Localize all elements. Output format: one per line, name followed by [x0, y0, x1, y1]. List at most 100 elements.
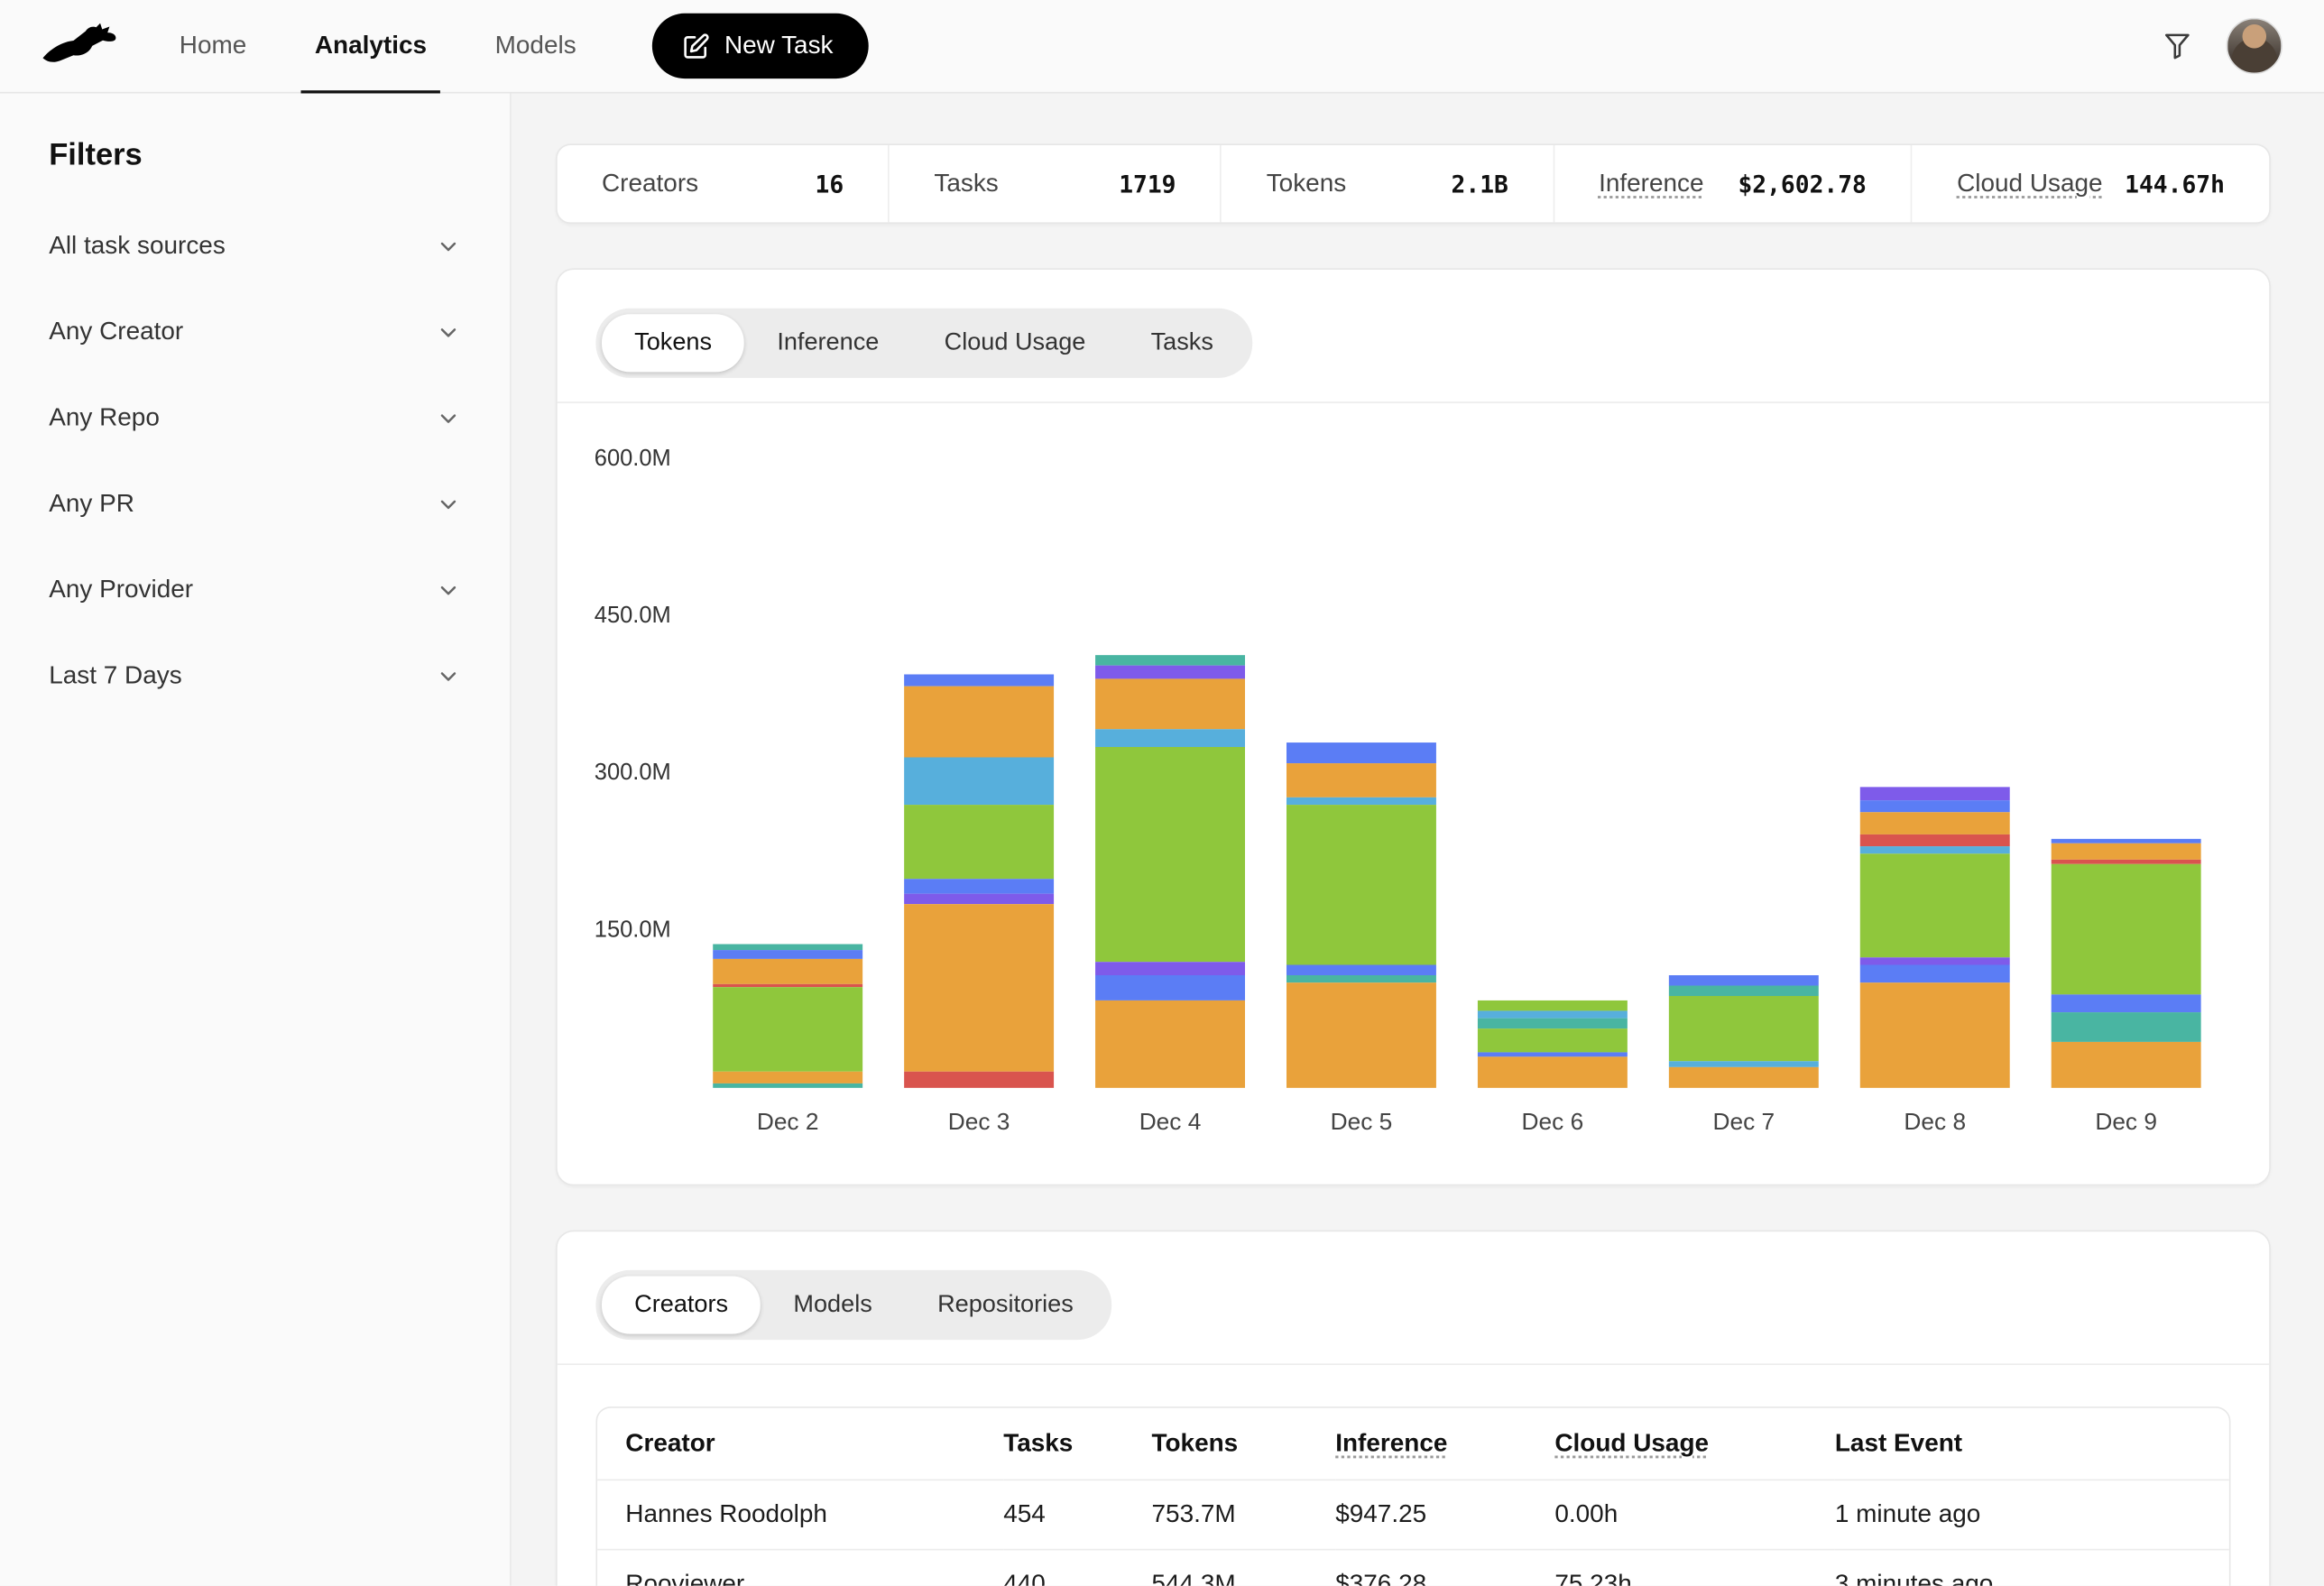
bar-segment-purple[interactable]: [1860, 788, 2010, 800]
bar-segment-green[interactable]: [1478, 1029, 1628, 1053]
chart-tab-tasks[interactable]: Tasks: [1118, 314, 1246, 372]
kangaroo-logo[interactable]: [42, 21, 122, 71]
cell-creator: Rooviewer: [597, 1550, 1003, 1586]
bar-dec-9[interactable]: [2052, 839, 2201, 1088]
stat-creators: Creators 16: [558, 145, 890, 222]
cell-last-event: 1 minute ago: [1835, 1480, 2229, 1549]
breakdown-tab-repositories[interactable]: Repositories: [905, 1276, 1106, 1333]
bar-segment-orange[interactable]: [713, 959, 862, 984]
bar-segment-teal[interactable]: [1286, 976, 1436, 983]
bar-segment-green[interactable]: [904, 804, 1054, 878]
bar-segment-red[interactable]: [1860, 834, 2010, 846]
bar-dec-5[interactable]: [1286, 742, 1436, 1088]
table-row[interactable]: Hannes Roodolph454753.7M$947.250.00h1 mi…: [597, 1480, 2229, 1549]
bar-segment-orange[interactable]: [2052, 1042, 2201, 1088]
bar-dec-2[interactable]: [713, 945, 862, 1088]
bar-segment-green[interactable]: [713, 987, 862, 1071]
filter-any-creator[interactable]: Any Creator: [49, 289, 461, 374]
y-tick-600: 600.0M: [595, 446, 671, 473]
bar-dec-6[interactable]: [1478, 1001, 1628, 1088]
bar-dec-8[interactable]: [1860, 788, 2010, 1088]
bar-segment-orange[interactable]: [1286, 983, 1436, 1088]
table-header-row: CreatorTasksTokensInferenceCloud UsageLa…: [597, 1408, 2229, 1480]
nav-item-analytics[interactable]: Analytics: [281, 0, 461, 92]
chart-tab-tokens[interactable]: Tokens: [602, 314, 744, 372]
avatar[interactable]: [2227, 18, 2282, 74]
bar-dec-7[interactable]: [1669, 976, 1819, 1088]
bar-segment-sky[interactable]: [1095, 729, 1245, 747]
bar-segment-blue[interactable]: [2052, 995, 2201, 1013]
chart-card: TokensInferenceCloud UsageTasks 600.0M45…: [556, 268, 2271, 1185]
bar-segment-purple[interactable]: [904, 893, 1054, 904]
bar-segment-purple[interactable]: [1095, 961, 1245, 975]
nav-item-models[interactable]: Models: [461, 0, 611, 92]
breakdown-card: CreatorsModelsRepositories CreatorTasksT…: [556, 1231, 2271, 1586]
breakdown-tab-models[interactable]: Models: [761, 1276, 905, 1333]
bar-segment-orange[interactable]: [1095, 1001, 1245, 1088]
col-header-label[interactable]: Inference: [1335, 1429, 1447, 1459]
col-header-label: Last Event: [1835, 1429, 1962, 1459]
bar-segment-teal[interactable]: [1669, 986, 1819, 995]
bar-segment-green[interactable]: [1669, 996, 1819, 1061]
filter-all-task-sources[interactable]: All task sources: [49, 203, 461, 289]
bar-segment-blue[interactable]: [904, 879, 1054, 893]
bar-segment-teal[interactable]: [1478, 1019, 1628, 1029]
filter-funnel-icon[interactable]: [2161, 30, 2193, 62]
bar-segment-green[interactable]: [2052, 863, 2201, 994]
bar-segment-orange[interactable]: [904, 686, 1054, 757]
bar-dec-3[interactable]: [904, 674, 1054, 1088]
bar-segment-blue[interactable]: [713, 951, 862, 959]
breakdown-tab-creators[interactable]: Creators: [602, 1276, 761, 1333]
bar-segment-blue[interactable]: [1286, 965, 1436, 976]
bar-segment-orange[interactable]: [713, 1071, 862, 1083]
bar-segment-orange[interactable]: [2052, 843, 2201, 860]
bar-dec-4[interactable]: [1095, 654, 1245, 1088]
bar-segment-blue[interactable]: [1860, 800, 2010, 813]
col-header-label: Tasks: [1003, 1429, 1073, 1459]
bar-segment-blue[interactable]: [1095, 976, 1245, 1001]
bar-segment-teal[interactable]: [1095, 654, 1245, 665]
bar-segment-orange[interactable]: [1286, 763, 1436, 797]
bar-segment-orange[interactable]: [1860, 813, 2010, 834]
bar-segment-green[interactable]: [1095, 746, 1245, 961]
filters-title: Filters: [49, 138, 461, 173]
bar-segment-orange[interactable]: [1669, 1067, 1819, 1088]
bar-segment-sky[interactable]: [904, 757, 1054, 804]
bar-segment-teal[interactable]: [2052, 1012, 2201, 1041]
bar-segment-teal[interactable]: [713, 1083, 862, 1088]
bar-segment-green[interactable]: [1478, 1001, 1628, 1012]
chevron-down-icon: [436, 405, 461, 430]
bar-segment-orange[interactable]: [1095, 679, 1245, 729]
bar-segment-blue[interactable]: [1669, 976, 1819, 987]
filter-any-pr[interactable]: Any PR: [49, 461, 461, 547]
bar-segment-orange[interactable]: [1860, 983, 2010, 1088]
bar-segment-blue[interactable]: [1860, 965, 2010, 983]
new-task-button[interactable]: New Task: [651, 14, 868, 78]
bar-segment-sky[interactable]: [1860, 846, 2010, 854]
bar-segment-orange[interactable]: [1478, 1056, 1628, 1088]
bar-segment-orange[interactable]: [904, 904, 1054, 1072]
col-header-label[interactable]: Cloud Usage: [1554, 1429, 1709, 1459]
bar-segment-teal[interactable]: [713, 945, 862, 951]
bar-segment-blue[interactable]: [904, 674, 1054, 686]
bar-segment-purple[interactable]: [1860, 957, 2010, 965]
bar-segment-sky[interactable]: [1669, 1061, 1819, 1067]
summary-stats-card: Creators 16 Tasks 1719 Tokens 2.1B Infer…: [556, 143, 2271, 224]
stat-label[interactable]: Inference: [1599, 169, 1703, 198]
stat-label[interactable]: Cloud Usage: [1957, 169, 2102, 198]
bar-segment-blue[interactable]: [1286, 742, 1436, 763]
chart-tab-inference[interactable]: Inference: [744, 314, 911, 372]
x-tick-dec-7: Dec 7: [1669, 1110, 1819, 1137]
bar-segment-green[interactable]: [1286, 805, 1436, 965]
filter-any-provider[interactable]: Any Provider: [49, 547, 461, 632]
bar-segment-sky[interactable]: [1286, 797, 1436, 805]
bar-segment-sky[interactable]: [1478, 1011, 1628, 1019]
filter-any-repo[interactable]: Any Repo: [49, 375, 461, 461]
bar-segment-purple[interactable]: [1095, 665, 1245, 679]
chart-tab-cloud-usage[interactable]: Cloud Usage: [911, 314, 1118, 372]
table-row[interactable]: Rooviewer440544.3M$376.2875.23h3 minutes…: [597, 1550, 2229, 1586]
bar-segment-red[interactable]: [904, 1071, 1054, 1088]
filter-last-7-days[interactable]: Last 7 Days: [49, 632, 461, 718]
nav-item-home[interactable]: Home: [145, 0, 281, 92]
bar-segment-green[interactable]: [1860, 854, 2010, 957]
